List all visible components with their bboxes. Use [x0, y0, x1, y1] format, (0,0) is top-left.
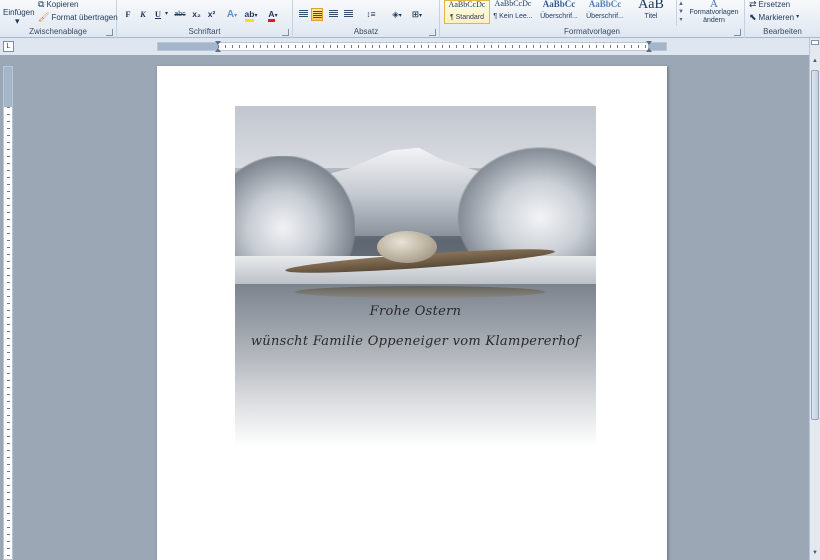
format-painter-button[interactable]: 🖌 Format übertragen: [38, 12, 118, 23]
styles-group: AaBbCcDc ¶ Standard AaBbCcDc ¶ Kein Lee.…: [440, 0, 745, 38]
scroll-up-icon[interactable]: ▲: [810, 56, 820, 66]
style-name: Überschrif...: [540, 13, 578, 20]
style-standard[interactable]: AaBbCcDc ¶ Standard: [444, 0, 490, 24]
line-spacing-icon: ↕≡: [366, 9, 376, 19]
borders-icon: ⊞: [411, 9, 420, 19]
driftwood-reflection: [295, 286, 545, 298]
justify-button[interactable]: [342, 8, 354, 21]
change-styles-button[interactable]: A Formatvorlagen ändern: [686, 0, 742, 25]
scroll-thumb[interactable]: [811, 70, 819, 420]
left-indent-marker[interactable]: [215, 41, 221, 52]
scroll-down-icon[interactable]: ▼: [677, 8, 685, 16]
align-center-button[interactable]: [311, 8, 323, 21]
scroll-up-icon[interactable]: ▲: [677, 0, 685, 8]
style-preview: AaBbCcDc: [448, 1, 486, 9]
superscript-button[interactable]: x²: [205, 8, 218, 21]
clipboard-group-label: Zwischenablage: [29, 27, 87, 36]
clipboard-dialog-launcher[interactable]: [106, 29, 113, 36]
bold-button[interactable]: F: [122, 8, 134, 21]
replace-label: Ersetzen: [758, 0, 791, 9]
align-left-icon: [298, 10, 308, 17]
select-button[interactable]: ⬉ Markieren ▾: [749, 12, 800, 23]
style-name: Überschrif...: [586, 13, 624, 20]
easter-card-image[interactable]: Frohe Ostern wünscht Familie Oppeneiger …: [235, 106, 596, 446]
style-preview: AaBbCcDc: [494, 0, 532, 8]
style-heading-1[interactable]: AaBbCc Überschrif...: [536, 0, 582, 24]
styles-gallery-scroll[interactable]: ▲ ▼ ▾: [676, 0, 685, 26]
paintbrush-icon: 🖌: [38, 12, 50, 22]
chevron-down-icon: ▾: [796, 14, 800, 20]
paragraph-group-label: Absatz: [353, 27, 379, 36]
style-name: ¶ Standard: [449, 14, 485, 21]
document-page[interactable]: Frohe Ostern wünscht Familie Oppeneiger …: [157, 66, 667, 560]
stone: [377, 231, 437, 263]
paste-dropdown-button[interactable]: ▾: [15, 17, 20, 26]
select-label: Markieren: [758, 13, 795, 22]
font-dialog-launcher[interactable]: [282, 29, 289, 36]
greeting-subtitle[interactable]: wünscht Familie Oppeneiger vom Klamperer…: [235, 334, 596, 349]
ribbon: Einfügen ▾ ⧉ Kopieren 🖌 Format übertrage…: [0, 0, 820, 38]
scroll-down-icon[interactable]: ▼: [810, 548, 820, 558]
document-workspace: Frohe Ostern wünscht Familie Oppeneiger …: [16, 55, 809, 560]
align-right-icon: [328, 10, 338, 17]
style-name: ¶ Kein Lee...: [493, 13, 533, 20]
font-group-label: Schriftart: [188, 27, 221, 36]
chevron-down-icon: ▾: [15, 16, 20, 26]
style-title[interactable]: AaB Titel: [628, 0, 674, 24]
italic-button[interactable]: K: [137, 8, 149, 21]
shading-button[interactable]: ◈▾: [389, 8, 405, 21]
style-preview: AaB: [638, 0, 664, 10]
borders-button[interactable]: ⊞▾: [409, 8, 425, 21]
tab-selector[interactable]: L: [3, 41, 14, 52]
ruler-ticks: [218, 45, 648, 48]
replace-button[interactable]: ⇄ Ersetzen: [749, 0, 790, 9]
styles-dialog-launcher[interactable]: [734, 29, 741, 36]
ruler-ticks: [7, 107, 10, 559]
right-indent-marker[interactable]: [646, 41, 652, 52]
align-right-button[interactable]: [327, 8, 339, 21]
ruler-bar: L: [0, 38, 820, 55]
paragraph-dialog-launcher[interactable]: [429, 29, 436, 36]
copy-label: Kopieren: [46, 0, 79, 9]
editing-group-label: Bearbeiten: [763, 27, 802, 36]
highlighter-icon: ab: [244, 9, 255, 22]
cursor-icon: ⬉: [749, 12, 757, 22]
clipboard-group: Einfügen ▾ ⧉ Kopieren 🖌 Format übertrage…: [0, 0, 118, 38]
subscript-button[interactable]: x₂: [190, 8, 203, 21]
change-styles-icon: A: [710, 0, 718, 10]
styles-group-label: Formatvorlagen: [563, 27, 621, 36]
editing-group: ⇄ Ersetzen ⬉ Markieren ▾ Bearbeiten: [745, 0, 820, 38]
text-effects-button[interactable]: A▾: [224, 8, 240, 21]
style-name: Titel: [644, 13, 658, 20]
ruler-top-margin: [4, 67, 12, 107]
line-spacing-button[interactable]: ↕≡: [363, 8, 379, 21]
style-preview: AaBbCc: [542, 0, 576, 9]
underline-dropdown[interactable]: ▾: [163, 8, 170, 21]
vertical-ruler[interactable]: [3, 66, 13, 560]
more-icon[interactable]: ▾: [677, 16, 685, 24]
horizontal-ruler[interactable]: [157, 41, 667, 52]
font-color-button[interactable]: A▾: [265, 8, 281, 22]
style-preview: AaBbCc: [588, 0, 622, 9]
change-styles-label: Formatvorlagen ändern: [689, 9, 739, 24]
format-painter-label: Format übertragen: [51, 13, 118, 22]
strikethrough-button[interactable]: abc: [172, 8, 188, 21]
paragraph-group: ↕≡ ◈▾ ⊞▾ Absatz: [293, 0, 440, 38]
justify-icon: [343, 10, 353, 17]
align-left-button[interactable]: [297, 8, 309, 21]
replace-icon: ⇄: [749, 0, 757, 9]
split-handle[interactable]: [811, 40, 819, 45]
font-group: F K U ▾ abc x₂ x² A▾ ab▾ A▾ Schriftart: [117, 0, 293, 38]
style-no-spacing[interactable]: AaBbCcDc ¶ Kein Lee...: [490, 0, 536, 24]
vertical-scrollbar[interactable]: ▲ ▼: [809, 38, 820, 560]
ruler-left-margin: [158, 43, 218, 50]
align-center-icon: [312, 11, 322, 18]
highlight-button[interactable]: ab▾: [243, 8, 259, 22]
copy-button[interactable]: ⧉ Kopieren: [38, 0, 78, 9]
style-heading-2[interactable]: AaBbCc Überschrif...: [582, 0, 628, 24]
greeting-title[interactable]: Frohe Ostern: [235, 304, 596, 319]
copy-icon: ⧉: [38, 0, 45, 9]
